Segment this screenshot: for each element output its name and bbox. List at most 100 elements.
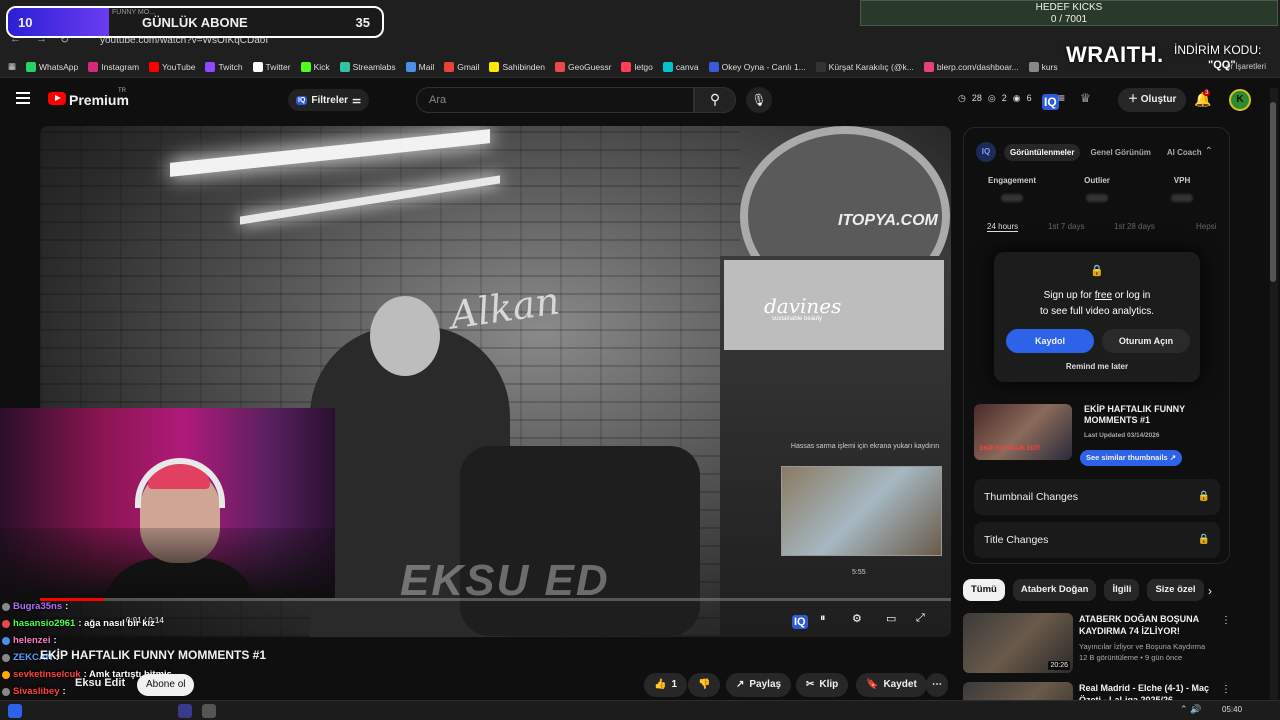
settings-icon[interactable]: ⚙: [852, 612, 862, 625]
bookmark-item[interactable]: Okey Oyna - Canlı 1...: [708, 61, 806, 72]
bookmark-item[interactable]: Kick: [300, 61, 330, 72]
vidiq-toolbar-icon[interactable]: IQ: [1042, 94, 1059, 110]
chip-channel[interactable]: Ataberk Doğan: [1012, 579, 1097, 601]
bookmark-item[interactable]: Twitch: [205, 61, 243, 72]
search-button[interactable]: ⚲: [694, 87, 736, 113]
award-icon[interactable]: ♕: [1080, 91, 1091, 105]
more-actions-button[interactable]: ⋯: [926, 673, 948, 697]
avatar[interactable]: K: [1229, 89, 1251, 111]
taskbar-app-icon[interactable]: [202, 704, 216, 718]
remind-later-link[interactable]: Remind me later: [994, 362, 1200, 371]
fullscreen-icon[interactable]: ⤢: [916, 612, 925, 625]
save-button[interactable]: 🔖 Kaydet: [856, 673, 927, 697]
bookmark-label: Twitch: [218, 61, 243, 72]
voice-search-icon[interactable]: 🎙: [746, 87, 772, 113]
bookmark-item[interactable]: Mail: [405, 61, 434, 72]
start-icon[interactable]: [8, 704, 22, 718]
bookmark-item[interactable]: YouTube: [149, 61, 195, 72]
metric-engagement: Engagement: [987, 176, 1036, 185]
bookmark-item[interactable]: Instagram: [88, 61, 139, 72]
recommended-video[interactable]: 20:26 ATABERK DOĞAN BOŞUNA KAYDIRMA 74 İ…: [963, 613, 1233, 675]
bookmark-item[interactable]: Streamlabs: [339, 61, 396, 72]
bookmark-icon: [1028, 61, 1039, 72]
taskbar-app-icon[interactable]: [178, 704, 192, 718]
tray-icons[interactable]: ⌃ 🔊: [1180, 704, 1201, 715]
filters-label: Filtreler: [311, 94, 349, 106]
channel-name[interactable]: Eksu Edit: [75, 677, 125, 689]
recommended-thumbnail: 20:26: [963, 613, 1073, 673]
metric-vph-value: [1171, 194, 1193, 202]
thumbnail-changes-row[interactable]: Thumbnail Changes 🔒: [974, 479, 1220, 515]
vidiq-player-icon[interactable]: IQ: [792, 615, 808, 629]
signup-text-end: or log in: [1112, 290, 1151, 301]
tab-ai-coach[interactable]: AI Coach: [1161, 144, 1208, 161]
similar-thumbnails-button[interactable]: See similar thumbnails ↗: [1080, 450, 1183, 466]
signup-button[interactable]: Kaydol: [1006, 329, 1094, 353]
signup-free-link[interactable]: free: [1095, 290, 1112, 301]
list-icon[interactable]: ≡: [1058, 91, 1065, 105]
scrollbar-thumb[interactable]: [1270, 102, 1276, 282]
more-icon: ⋯: [932, 679, 942, 690]
chip-all[interactable]: Tümü: [963, 579, 1005, 601]
subscribe-button[interactable]: Abone ol: [137, 674, 195, 696]
bookmark-label: blerp.com/dashboar...: [936, 61, 1019, 72]
chip-for-you[interactable]: Size özel: [1147, 579, 1204, 601]
chat-badge-icon: [2, 619, 10, 628]
miniplayer-icon[interactable]: ▭: [886, 612, 896, 625]
range-28d[interactable]: 1st 28 days: [1114, 222, 1155, 231]
youtube-logo-icon[interactable]: [48, 92, 66, 105]
bookmark-icon: [405, 61, 416, 72]
vidiq-icon: IQ: [296, 95, 308, 105]
bookmark-icon: [708, 61, 719, 72]
search-input[interactable]: Ara: [416, 87, 694, 113]
dislike-button[interactable]: 👎: [688, 673, 721, 697]
subscriber-current: 10: [18, 15, 33, 30]
share-button[interactable]: ↗ Paylaş: [726, 673, 792, 697]
chat-badge-icon: [2, 602, 10, 611]
menu-icon[interactable]: [16, 92, 30, 104]
page-scrollbar[interactable]: [1270, 88, 1278, 700]
bookmark-item[interactable]: blerp.com/dashboar...: [923, 61, 1019, 72]
apps-icon[interactable]: ▦: [8, 61, 16, 72]
bookmark-item[interactable]: Twitter: [252, 61, 291, 72]
video-brand-sign: davines: [764, 294, 842, 318]
tab-overview[interactable]: Genel Görünüm: [1084, 144, 1156, 161]
streamer-webcam: [0, 408, 335, 598]
chat-text: : ağa nasıl bir kız: [78, 618, 155, 629]
range-all[interactable]: Hepsi: [1196, 222, 1216, 231]
autoplay-toggle-icon[interactable]: ⏸: [820, 612, 826, 625]
more-vert-icon[interactable]: ⋮: [1221, 684, 1231, 695]
login-button[interactable]: Oturum Açın: [1102, 329, 1190, 353]
youtube-premium-logo[interactable]: Premium: [69, 92, 129, 108]
chevron-right-icon[interactable]: ›: [1208, 584, 1212, 598]
more-vert-icon[interactable]: ⋮: [1221, 615, 1231, 626]
clip-label: Klip: [819, 679, 839, 690]
create-button[interactable]: ＋ Oluştur: [1118, 88, 1187, 112]
recommended-title: ATABERK DOĞAN BOŞUNA KAYDIRMA 74 İZLİYOR…: [1079, 614, 1199, 636]
bookmark-item[interactable]: GeoGuessr: [554, 61, 611, 72]
range-24h[interactable]: 24 hours: [987, 222, 1019, 232]
stat-view-icon: ◉: [1012, 93, 1021, 103]
clip-button[interactable]: ✂ Klip: [796, 673, 849, 697]
bookmark-icon: [815, 61, 826, 72]
chip-related[interactable]: İlgili: [1104, 579, 1140, 601]
tab-views[interactable]: Görüntülenmeler: [1004, 144, 1081, 161]
bookmark-item[interactable]: Sahibinden: [489, 61, 545, 72]
taskbar: ⌃ 🔊 05:40: [0, 700, 1280, 720]
filters-button[interactable]: IQ Filtreler ⚌: [288, 89, 370, 111]
range-7d[interactable]: 1st 7 days: [1048, 222, 1084, 231]
bookmark-item[interactable]: letgo: [621, 61, 653, 72]
bookmark-label: Kürşat Karakılıç (@k...: [828, 61, 914, 72]
chat-badge-icon: [2, 670, 10, 679]
bookmark-item[interactable]: Gmail: [444, 61, 479, 72]
bookmark-item[interactable]: canva: [662, 61, 699, 72]
discount-code-label: İNDİRİM KODU:: [1174, 43, 1262, 57]
like-button[interactable]: 👍 1: [644, 673, 688, 697]
tab-ghost-title: FUNNY MO...: [112, 9, 156, 16]
bookmark-item[interactable]: kurs: [1028, 61, 1058, 72]
recommended-video[interactable]: Real Madrid - Elche (4-1) - Maç Özeti - …: [963, 682, 1233, 700]
collapse-icon[interactable]: ⌃: [1205, 146, 1213, 157]
bookmark-item[interactable]: Kürşat Karakılıç (@k...: [815, 61, 914, 72]
bookmark-item[interactable]: WhatsApp: [26, 61, 78, 72]
title-changes-row[interactable]: Title Changes 🔒: [974, 522, 1220, 558]
